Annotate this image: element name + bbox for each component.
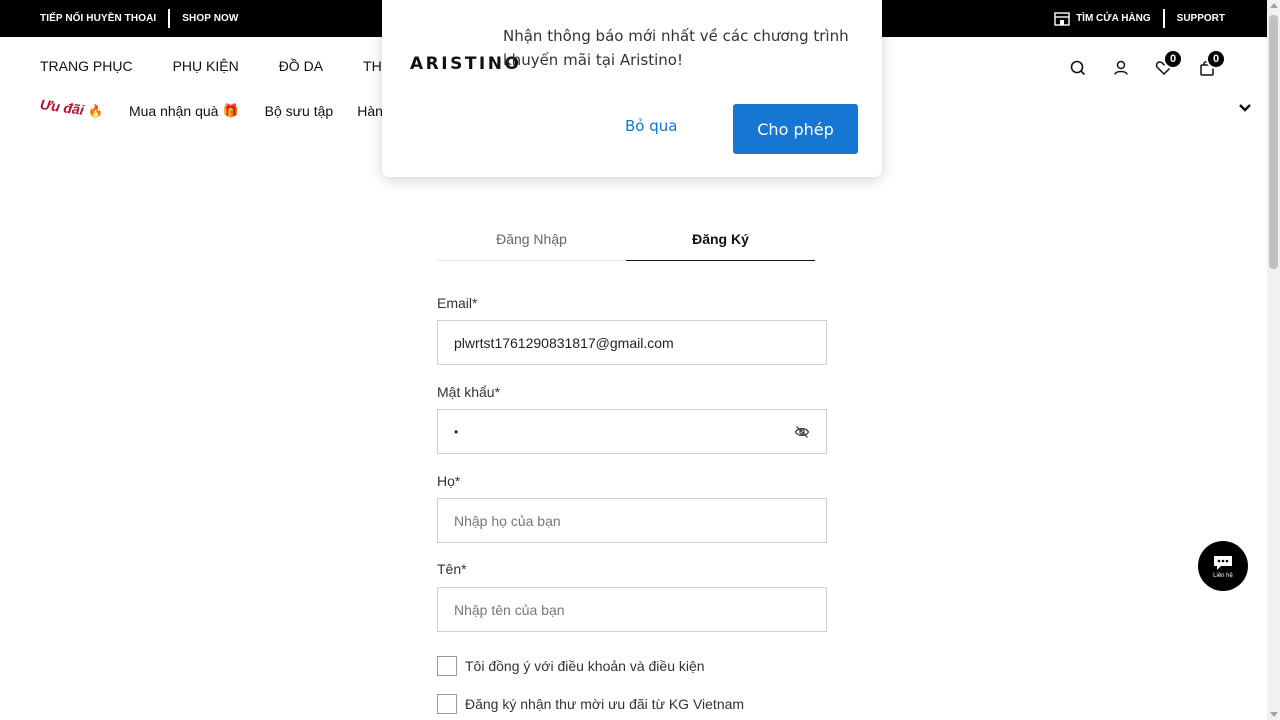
flame-icon: 🔥 [88, 104, 103, 118]
allow-button[interactable]: Cho phép [733, 104, 858, 154]
newsletter-checkbox[interactable] [437, 694, 457, 714]
email-label: Email* [437, 295, 478, 311]
top-promo: TIẾP NỐI HUYỀN THOẠI SHOP NOW [40, 0, 238, 37]
sub-nav: Ưu đãi 🔥 Mua nhận quà 🎁 Bộ sưu tập Hàn [39, 96, 407, 126]
nav-item-do-da[interactable]: ĐỒ DA [279, 58, 323, 74]
email-field-wrapper [437, 320, 827, 365]
auth-tabs: Đăng Nhập Đăng Ký [437, 226, 815, 261]
terms-label: Tôi đồng ý với điều khoản và điều kiện [465, 658, 705, 674]
chat-icon [1214, 555, 1232, 570]
divider [168, 9, 171, 28]
gift-link[interactable]: Mua nhận quà [129, 103, 219, 119]
wishlist-count-badge: 0 [1163, 49, 1183, 69]
search-icon[interactable] [1068, 58, 1088, 78]
find-store-link[interactable]: TÌM CỬA HÀNG [1076, 13, 1151, 24]
last-name-label: Họ* [437, 473, 461, 489]
last-name-field[interactable] [454, 499, 826, 542]
chat-button[interactable]: Liên hệ [1198, 541, 1248, 591]
header-icons: 0 0 [1068, 49, 1228, 78]
chevron-down-icon[interactable] [1237, 100, 1253, 116]
shop-now-link[interactable]: SHOP NOW [182, 13, 238, 24]
password-label: Mật khẩu* [437, 384, 501, 400]
cart-count-badge: 0 [1206, 49, 1226, 69]
collection-link[interactable]: Bộ sưu tập [265, 103, 334, 119]
user-icon[interactable] [1111, 58, 1131, 78]
notification-popup: ARISTINO Nhận thông báo mới nhất về các … [382, 0, 882, 177]
top-right-links: TÌM CỬA HÀNG SUPPORT [1054, 0, 1225, 37]
first-name-field-wrapper [437, 587, 827, 632]
store-icon [1054, 11, 1070, 26]
password-field-wrapper: • [437, 409, 827, 454]
divider [1162, 9, 1165, 28]
last-name-field-wrapper [437, 498, 827, 543]
page-scrollbar[interactable] [1267, 0, 1280, 720]
scroll-thumb[interactable] [1269, 15, 1278, 269]
gift-icon: 🎁 [222, 103, 239, 118]
notification-message: Nhận thông báo mới nhất về các chương tr… [503, 27, 849, 69]
nav-item-trang-phuc[interactable]: TRANG PHỤC [40, 58, 133, 74]
scroll-up-arrow-icon[interactable] [1270, 3, 1278, 8]
nav-item-phu-kien[interactable]: PHỤ KIỆN [173, 58, 239, 74]
email-field[interactable] [454, 321, 826, 364]
scroll-down-arrow-icon[interactable] [1270, 712, 1278, 717]
newsletter-row: Đăng ký nhận thư mời ưu đãi từ KG Vietna… [437, 694, 744, 714]
password-field[interactable]: • [454, 425, 458, 439]
promo-text[interactable]: TIẾP NỐI HUYỀN THOẠI [40, 13, 156, 24]
eye-off-icon[interactable] [794, 424, 810, 440]
chat-label: Liên hệ [1213, 572, 1233, 579]
nav-item-partial-sub[interactable]: Hàn [357, 103, 383, 119]
support-link[interactable]: SUPPORT [1177, 13, 1225, 24]
skip-button[interactable]: Bỏ qua [625, 117, 677, 135]
sale-link[interactable]: Ưu đãi [39, 96, 85, 118]
tab-login[interactable]: Đăng Nhập [437, 226, 626, 261]
first-name-label: Tên* [437, 561, 467, 577]
terms-checkbox[interactable] [437, 656, 457, 676]
first-name-field[interactable] [454, 588, 826, 631]
terms-row: Tôi đồng ý với điều khoản và điều kiện [437, 656, 705, 676]
tab-register[interactable]: Đăng Ký [626, 226, 815, 261]
newsletter-label: Đăng ký nhận thư mời ưu đãi từ KG Vietna… [465, 696, 745, 712]
